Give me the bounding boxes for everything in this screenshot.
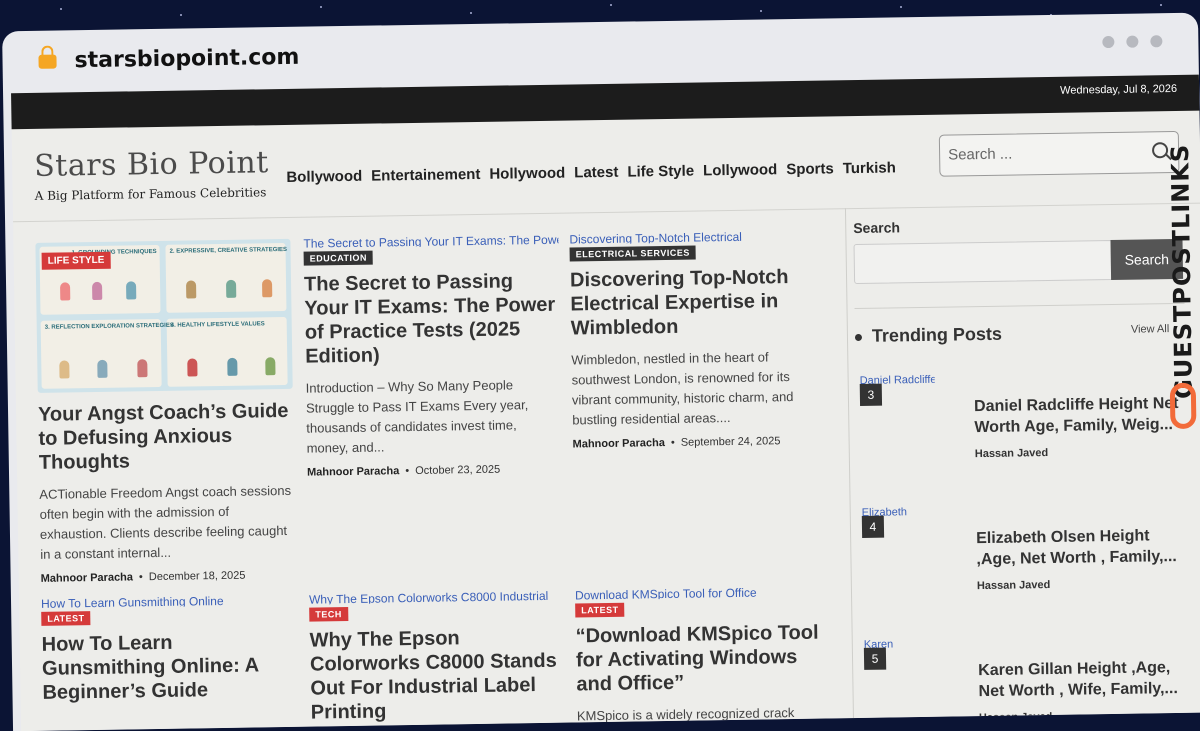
post-title[interactable]: Discovering Top-Notch Electrical Experti… <box>570 264 826 340</box>
category-badge[interactable]: LATEST <box>575 602 625 618</box>
header-search-input[interactable]: Search ... <box>938 130 1180 177</box>
trending-post-author[interactable]: Hassan Javed <box>977 579 1051 592</box>
post-date: September 24, 2025 <box>680 435 781 449</box>
post-title[interactable]: The Secret to Passing Your IT Exams: The… <box>304 269 560 369</box>
trending-post[interactable]: Elizabeth 4 Elizabeth Olsen Height ,Age,… <box>862 503 1194 618</box>
nav-item-life-style[interactable]: Life Style <box>627 163 694 181</box>
sidebar-search-label: Search <box>853 219 901 237</box>
trending-title: Trending Posts <box>855 324 1002 347</box>
post-title[interactable]: Your Angst Coach’s Guide to Defusing Anx… <box>38 399 294 475</box>
post-card[interactable]: Discovering Top-Notch Electrical ELECTRI… <box>569 231 827 451</box>
browser-window: starsbiopoint.com Wednesday, Jul 8, 2026… <box>2 12 1200 731</box>
post-thumbnail-alt[interactable]: Download KMSpico Tool for Office <box>575 586 830 600</box>
main-nav: Bollywood Entertainement Hollywood Lates… <box>286 159 896 186</box>
post-author[interactable]: Mahnoor Paracha <box>307 465 399 478</box>
post-excerpt: Introduction – Why So Many People Strugg… <box>305 377 529 456</box>
post-thumbnail-alt[interactable]: Discovering Top-Notch Electrical <box>569 231 824 245</box>
post-title[interactable]: Why The Epson Colorworks C8000 Stands Ou… <box>309 625 565 725</box>
post-meta: Mahnoor Paracha • September 24, 2025 <box>572 435 781 451</box>
trending-post-author[interactable]: Hassan Javed <box>975 447 1049 460</box>
nav-item-latest[interactable]: Latest <box>574 164 618 182</box>
post-thumbnail-alt[interactable]: Why The Epson Colorworks C8000 Industria… <box>309 591 564 605</box>
sidebar-divider <box>854 302 1185 310</box>
post-excerpt: Wimbledon, nestled in the heart of south… <box>571 349 794 428</box>
trending-post-author[interactable]: Hassan Javed <box>979 711 1053 724</box>
post-thumbnail-alt[interactable]: The Secret to Passing Your IT Exams: The… <box>303 235 558 249</box>
trending-post[interactable]: Karen 5 Karen Gillan Height ,Age, Net Wo… <box>864 635 1196 731</box>
sidebar: Search Search Trending Posts View All Da… <box>853 203 1200 724</box>
site-tagline: A Big Platform for Famous Celebrities <box>34 185 267 203</box>
post-title[interactable]: How To Learn Gunsmithing Online: A Begin… <box>42 629 298 705</box>
window-dot-icon[interactable] <box>1102 35 1115 49</box>
post-thumbnail-alt[interactable]: How To Learn Gunsmithing Online <box>41 595 296 609</box>
current-date: Wednesday, Jul 8, 2026 <box>1060 82 1178 97</box>
post-meta: Mahnoor Paracha • October 23, 2025 <box>306 463 501 479</box>
post-author[interactable]: Mahnoor Paracha <box>573 437 665 450</box>
post-card[interactable]: Why The Epson Colorworks C8000 Industria… <box>309 591 566 725</box>
search-placeholder: Search ... <box>947 145 1013 164</box>
post-meta: Mahnoor Paracha • December 18, 2025 <box>40 569 246 585</box>
web-page: Wednesday, Jul 8, 2026 Stars Bio Point A… <box>11 74 1200 731</box>
post-card[interactable]: The Secret to Passing Your IT Exams: The… <box>303 235 562 479</box>
trending-post-title[interactable]: Daniel Radcliffe Height Net Worth Age, F… <box>974 393 1190 438</box>
post-title[interactable]: “Download KMSpico Tool for Activating Wi… <box>575 620 831 696</box>
category-badge[interactable]: TECH <box>309 607 348 622</box>
category-badge[interactable]: LIFE STYLE <box>41 251 111 270</box>
trending-rank: 4 <box>861 515 885 538</box>
nav-item-sports[interactable]: Sports <box>786 160 834 178</box>
window-controls <box>1102 35 1163 49</box>
window-dot-icon[interactable] <box>1150 35 1163 48</box>
link-icon <box>1169 382 1197 430</box>
trending-post[interactable]: Daniel Radcliffe 3 Daniel Radcliffe Heig… <box>860 371 1192 486</box>
trending-rank: 5 <box>863 647 887 670</box>
category-badge[interactable]: EDUCATION <box>303 250 374 266</box>
sidebar-search-input[interactable] <box>853 239 1113 285</box>
watermark-text: GUESTPOSTLINKS <box>1165 143 1198 400</box>
post-thumbnail[interactable]: 1. GROUNDING TECHNIQUES 2. EXPRESSIVE, C… <box>35 238 293 393</box>
nav-item-bollywood[interactable]: Bollywood <box>286 168 362 186</box>
guestpostlinks-watermark: GUESTPOSTLINKS <box>1160 135 1199 435</box>
trending-post-title[interactable]: Elizabeth Olsen Height ,Age, Net Worth ,… <box>976 525 1192 570</box>
window-dot-icon[interactable] <box>1126 35 1139 48</box>
post-card[interactable]: How To Learn Gunsmithing Online LATEST H… <box>41 595 298 705</box>
trending-post-title[interactable]: Karen Gillan Height ,Age, Net Worth , Wi… <box>978 657 1194 702</box>
address-bar-url[interactable]: starsbiopoint.com <box>74 45 299 74</box>
nav-item-hollywood[interactable]: Hollywood <box>489 165 565 183</box>
nav-item-lollywood[interactable]: Lollywood <box>703 161 777 179</box>
post-date: October 23, 2025 <box>415 463 501 477</box>
posts-grid: 1. GROUNDING TECHNIQUES 2. EXPRESSIVE, C… <box>13 208 854 731</box>
lock-icon <box>38 54 57 69</box>
nav-item-turkish[interactable]: Turkish <box>843 159 896 177</box>
post-card[interactable]: 1. GROUNDING TECHNIQUES 2. EXPRESSIVE, C… <box>35 238 295 585</box>
category-badge[interactable]: ELECTRICAL SERVICES <box>569 245 696 262</box>
post-author[interactable]: Mahnoor Paracha <box>41 571 133 584</box>
trending-rank: 3 <box>859 383 883 406</box>
category-badge[interactable]: LATEST <box>41 611 91 626</box>
site-logo[interactable]: Stars Bio Point <box>34 145 269 184</box>
nav-item-entertainement[interactable]: Entertainement <box>371 166 480 185</box>
post-excerpt: KMSpico is a widely recognized crack <box>576 705 795 724</box>
post-excerpt: ACTionable Freedom Angst coach sessions … <box>39 482 292 562</box>
post-card[interactable]: Download KMSpico Tool for Office LATEST … <box>575 586 832 726</box>
post-date: December 18, 2025 <box>148 569 246 584</box>
